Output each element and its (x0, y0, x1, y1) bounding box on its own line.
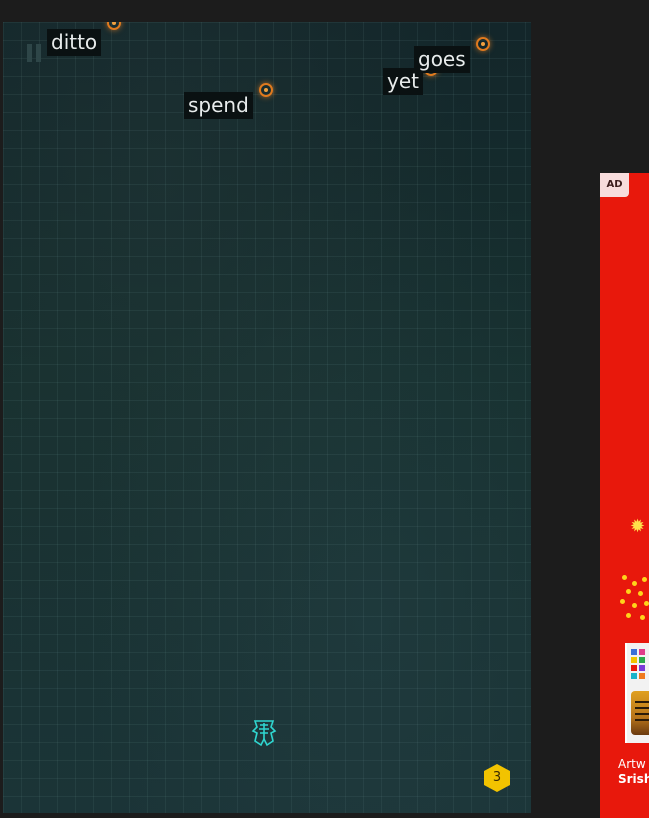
level-badge: 3 (483, 763, 511, 793)
dot-cluster-decoration (620, 575, 649, 621)
pause-icon-bar-left (27, 44, 32, 62)
ad-credit-line2: Srish (618, 772, 649, 786)
pause-button[interactable] (26, 44, 42, 62)
ad-banner[interactable]: AD ✹ Artw Srish (600, 173, 649, 818)
ad-credit: Artw Srish (618, 757, 649, 787)
ad-label: AD (600, 173, 629, 197)
ad-credit-line1: Artw (618, 757, 646, 771)
enemy-word: goes (414, 46, 470, 73)
level-number: 3 (492, 770, 502, 785)
game-grid-background (3, 22, 531, 813)
pause-icon-bar-right (36, 44, 41, 62)
game-canvas[interactable]: ditto spend yet goes 3 (3, 22, 531, 813)
enemy-word: ditto (47, 29, 102, 56)
target-mine-icon (476, 37, 490, 51)
starburst-icon: ✹ (630, 516, 646, 537)
tiger-illustration (631, 691, 649, 735)
page-root: ditto spend yet goes 3 AD ✹ Artw Srish (0, 0, 649, 818)
target-mine-icon (259, 83, 273, 97)
spaceship-icon (251, 719, 277, 747)
ad-artwork-image (625, 643, 649, 743)
enemy-word: spend (184, 92, 253, 119)
